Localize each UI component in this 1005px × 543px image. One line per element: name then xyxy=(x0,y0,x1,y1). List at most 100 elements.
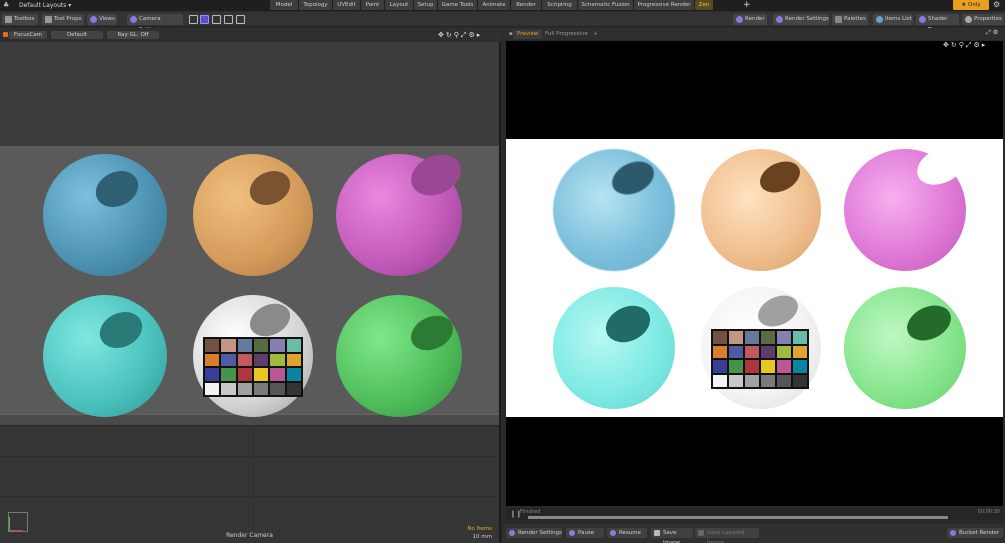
tab-zen[interactable]: Zen xyxy=(695,0,713,10)
x-axis-line xyxy=(9,530,23,531)
camera-selector[interactable]: FocusCam xyxy=(9,31,47,39)
tab-paint[interactable]: Paint xyxy=(361,0,384,10)
pause-button[interactable]: Pause xyxy=(566,528,604,538)
tab-game-tools[interactable]: Game Tools xyxy=(438,0,477,10)
render-progress-bar: ❙❙ Finished 00:00:30 xyxy=(506,508,1003,520)
save-layered-image-button[interactable]: Save Layered Image xyxy=(695,528,759,543)
checker-swatch xyxy=(286,368,301,381)
items-list-button[interactable]: Items List xyxy=(873,14,913,25)
checker-swatch xyxy=(237,339,252,352)
raygl-toggle[interactable]: Ray GL: Off xyxy=(107,31,159,39)
properties-button[interactable]: Properties xyxy=(962,14,1004,25)
select-vertex-icon[interactable] xyxy=(200,15,209,24)
layouts-dropdown[interactable]: Default Layouts ▾ xyxy=(19,1,71,10)
preview-nav-icons[interactable]: ✥↻⚲⤢⚙▸ xyxy=(943,41,987,49)
checker-swatch xyxy=(270,382,285,395)
tab-progressive-render[interactable]: Progressive Render xyxy=(634,0,694,10)
grid-scale-label: 10 mm xyxy=(472,534,492,540)
progress-track xyxy=(528,516,948,519)
render-preview-panel: ▪ Preview Full Progressive + ⤢⚙ ✥↻⚲⤢⚙▸ ❙… xyxy=(503,28,1005,543)
toolbox-label: Toolbox xyxy=(14,16,35,22)
render-color-checker xyxy=(711,329,809,389)
only-toggle-button[interactable]: ★ Only xyxy=(953,0,989,10)
layers-icon xyxy=(698,530,704,536)
tab-scripting[interactable]: Scripting xyxy=(542,0,577,10)
tab-schematic-fusion[interactable]: Schematic Fusion xyxy=(578,0,633,10)
render-settings-button[interactable]: Render Settings xyxy=(773,14,829,25)
checker-swatch xyxy=(729,374,743,387)
viewport-nav-icons[interactable]: ✥↻⚲⤢⚙▸ xyxy=(438,31,482,39)
sphere-opening xyxy=(89,164,145,214)
resume-label: Resume xyxy=(619,530,642,536)
toolbox-button[interactable]: Toolbox xyxy=(2,14,38,25)
checker-swatch xyxy=(761,345,775,358)
checker-swatch xyxy=(286,353,301,366)
main-toolbar: Toolbox Tool Props Views Camera Settings… xyxy=(0,12,1005,33)
gear-icon[interactable]: ⚙ xyxy=(993,0,1000,10)
tool-props-label: Tool Props xyxy=(54,16,82,22)
palettes-icon xyxy=(835,16,842,23)
render-sphere-cyan xyxy=(553,287,675,409)
tab-render[interactable]: Render xyxy=(511,0,541,10)
shading-style-selector[interactable]: Default xyxy=(51,31,103,39)
select-polygon-icon[interactable] xyxy=(224,15,233,24)
save-image-button[interactable]: Save Image xyxy=(651,528,693,543)
tool-props-button[interactable]: Tool Props xyxy=(42,14,84,25)
camera-label: Render Camera xyxy=(226,532,273,539)
tab-uvedit[interactable]: UVEdit xyxy=(333,0,360,10)
add-tab-icon[interactable]: + xyxy=(589,30,602,39)
sphere-opening xyxy=(911,140,971,192)
checker-swatch xyxy=(205,353,220,366)
checker-swatch xyxy=(713,374,727,387)
bucket-render-button[interactable]: Bucket Render xyxy=(947,528,1003,538)
shader-tree-button[interactable]: Shader Tree xyxy=(916,14,959,33)
views-label: Views xyxy=(99,16,115,22)
render-icon xyxy=(736,16,743,23)
pencil-icon xyxy=(45,16,52,23)
tab-layout[interactable]: Layout xyxy=(385,0,413,10)
items-list-label: Items List xyxy=(885,16,912,22)
tab-animate[interactable]: Animate xyxy=(478,0,510,10)
camera-settings-button[interactable]: Camera Settings xyxy=(127,14,183,33)
bucket-render-label: Bucket Render xyxy=(959,530,1000,536)
checker-swatch xyxy=(793,374,807,387)
palettes-label: Palettes xyxy=(844,16,866,22)
panel-options-icons[interactable]: ⤢⚙ xyxy=(986,29,1000,37)
resume-button[interactable]: Resume xyxy=(607,528,647,538)
color-checker-chart xyxy=(203,337,303,397)
pause-render-icon xyxy=(569,530,575,536)
viewport-ground xyxy=(0,426,499,543)
views-button[interactable]: Views xyxy=(87,14,117,25)
tab-preview[interactable]: Preview xyxy=(513,30,543,39)
app-logo-icon[interactable]: ♣ xyxy=(3,2,10,9)
checker-swatch xyxy=(237,368,252,381)
render-settings-icon xyxy=(776,16,783,23)
tab-topology[interactable]: Topology xyxy=(299,0,332,10)
download-icon xyxy=(654,530,660,536)
select-item-icon[interactable] xyxy=(189,15,198,24)
render-settings-icon xyxy=(509,530,515,536)
palettes-button[interactable]: Palettes xyxy=(832,14,868,25)
select-edge-icon[interactable] xyxy=(212,15,221,24)
checker-swatch xyxy=(729,331,743,344)
viewport-header: FocusCam Default Ray GL: Off ✥↻⚲⤢⚙▸ xyxy=(0,28,501,42)
tab-setup[interactable]: Setup xyxy=(414,0,437,10)
checker-swatch xyxy=(713,345,727,358)
save-layered-label: Save Layered Image xyxy=(707,530,745,543)
properties-label: Properties xyxy=(974,16,1002,22)
tab-model[interactable]: Model xyxy=(270,0,298,10)
render-button[interactable]: Render xyxy=(733,14,767,25)
checker-swatch xyxy=(745,345,759,358)
add-tab-icon[interactable]: + xyxy=(743,0,751,10)
progress-fill xyxy=(528,516,948,519)
checker-swatch xyxy=(253,382,269,395)
tab-full-progressive[interactable]: Full Progressive xyxy=(541,30,592,39)
viewport-menu-icon[interactable] xyxy=(3,32,8,37)
render-settings-bottom-button[interactable]: Render Settings xyxy=(506,528,562,538)
rendered-image xyxy=(506,139,1003,417)
3d-viewport[interactable]: FocusCam Default Ray GL: Off ✥↻⚲⤢⚙▸ Rend… xyxy=(0,28,501,543)
select-material-icon[interactable] xyxy=(236,15,245,24)
camera-icon xyxy=(130,16,137,23)
sphere-opening xyxy=(599,298,657,350)
sphere-opening xyxy=(606,155,660,201)
